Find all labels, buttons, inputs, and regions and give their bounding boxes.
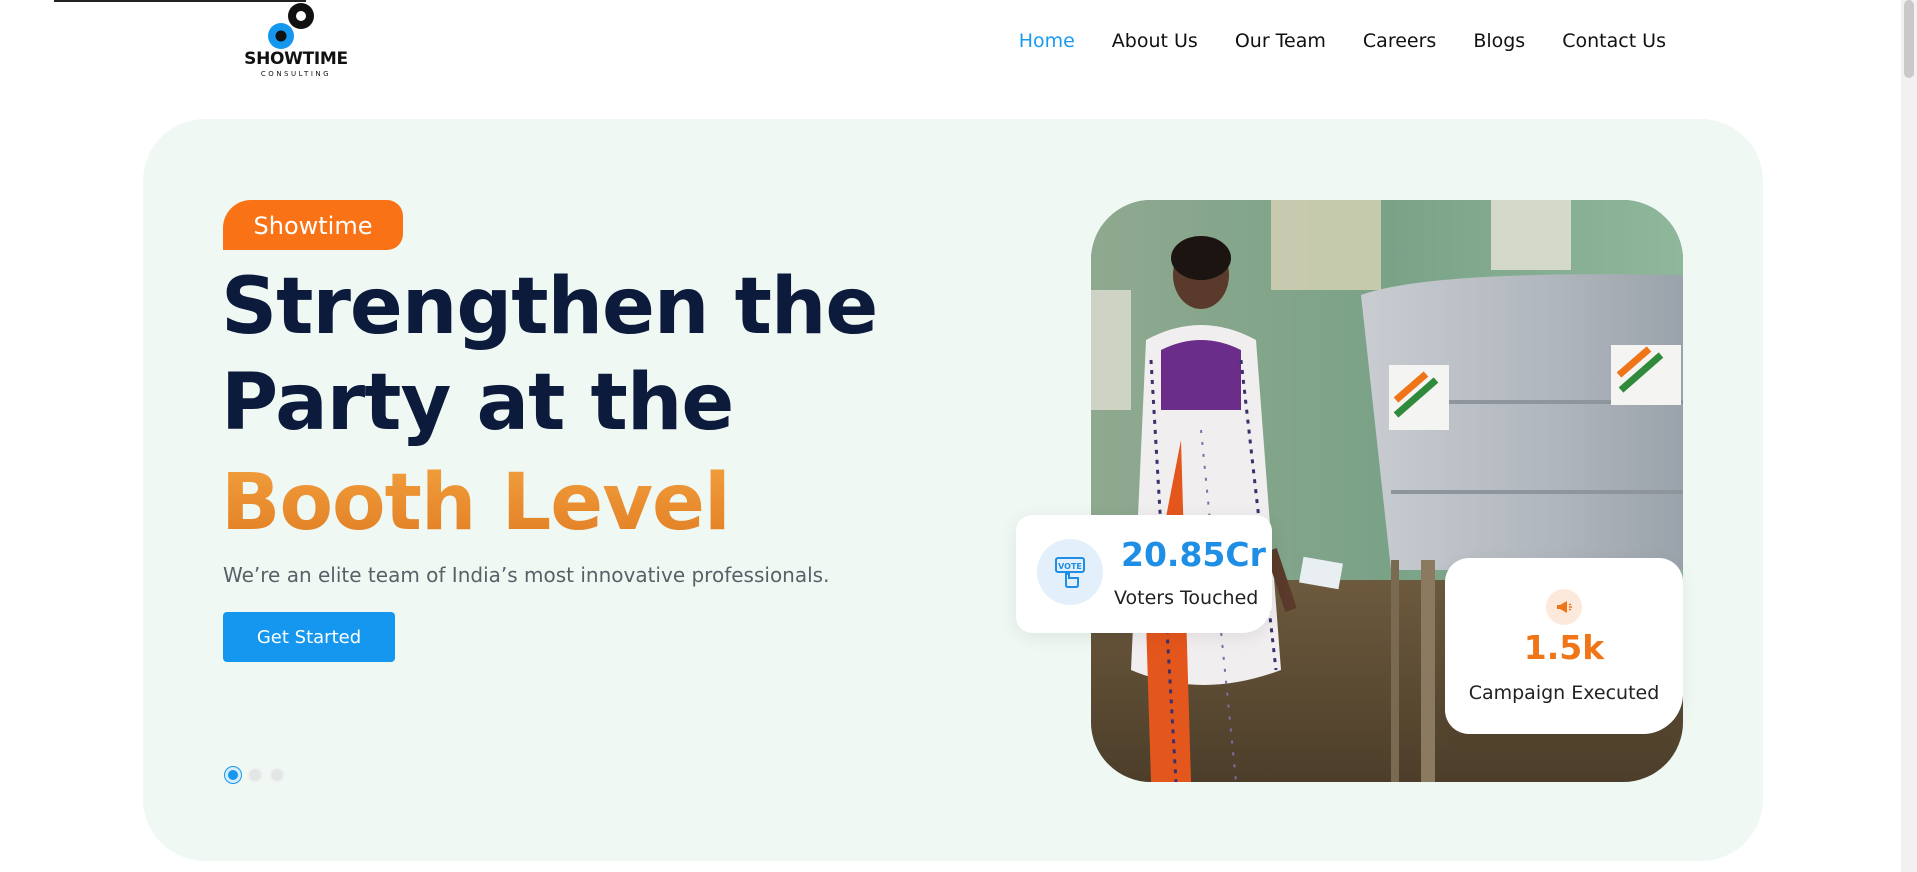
slider-dot-3[interactable]	[269, 767, 285, 783]
nav-blogs[interactable]: Blogs	[1473, 30, 1525, 52]
stat-card-campaigns: 1.5k Campaign Executed	[1445, 558, 1683, 734]
slider-dots	[225, 767, 285, 783]
headline-line-1: Strengthen the	[221, 262, 878, 352]
vote-icon: VOTE	[1037, 539, 1103, 605]
slider-dot-2[interactable]	[247, 767, 263, 783]
main-nav: Home About Us Our Team Careers Blogs Con…	[982, 30, 1666, 52]
stat-card-voters: VOTE 20.85Cr Voters Touched	[1016, 515, 1272, 633]
headline-line-2: Party at the	[221, 358, 734, 448]
get-started-button[interactable]: Get Started	[223, 612, 395, 662]
nav-our-team[interactable]: Our Team	[1235, 30, 1326, 52]
hero-section: Showtime Strengthen the Party at the Boo…	[143, 119, 1763, 861]
nav-home[interactable]: Home	[1019, 30, 1075, 52]
headline-accent: Booth Level	[221, 455, 921, 551]
nav-contact-us[interactable]: Contact Us	[1562, 30, 1666, 52]
campaign-executed-label: Campaign Executed	[1468, 682, 1660, 704]
logo-circles-icon	[268, 3, 314, 49]
voters-touched-value: 20.85Cr	[1121, 535, 1266, 574]
hero-badge: Showtime	[223, 200, 403, 250]
nav-about-us[interactable]: About Us	[1112, 30, 1198, 52]
voters-touched-label: Voters Touched	[1114, 587, 1259, 609]
svg-text:VOTE: VOTE	[1058, 562, 1082, 571]
brand-tagline: CONSULTING	[260, 70, 332, 78]
page-scrollbar[interactable]	[1901, 0, 1917, 872]
nav-careers[interactable]: Careers	[1363, 30, 1436, 52]
scrollbar-thumb[interactable]	[1904, 0, 1914, 78]
brand-logo[interactable]: SHOWTIME CONSULTING	[240, 0, 360, 82]
hero-headline: Strengthen the Party at the Booth Level	[221, 259, 921, 551]
megaphone-icon	[1546, 589, 1582, 625]
campaign-executed-value: 1.5k	[1523, 628, 1605, 667]
hero-subtext: We’re an elite team of India’s most inno…	[223, 563, 830, 587]
brand-name: SHOWTIME	[244, 49, 348, 69]
slider-dot-1[interactable]	[225, 767, 241, 783]
